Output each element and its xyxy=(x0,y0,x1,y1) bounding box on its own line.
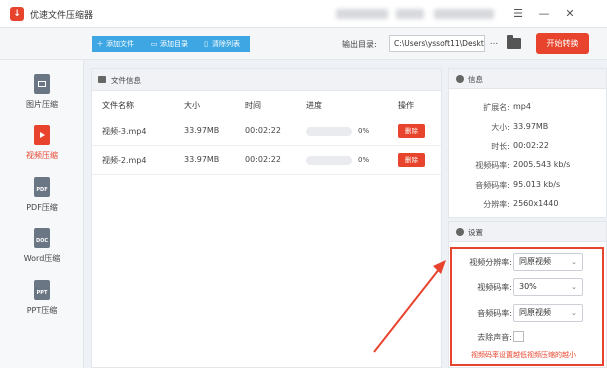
delete-button[interactable]: 删除 xyxy=(398,153,425,167)
file-panel-title: 文件信息 xyxy=(111,76,141,85)
sidebar-item-ppt[interactable]: PPT PPT压缩 xyxy=(0,278,84,324)
info-row-video-bitrate: 视频码率: 2005.543 kb/s xyxy=(449,157,606,175)
progress-text: 0% xyxy=(358,127,370,135)
blurred-user-info xyxy=(396,9,424,19)
info-row-extension: 扩展名: mp4 xyxy=(449,99,606,117)
info-value: 2560x1440 xyxy=(513,199,559,208)
info-value: 95.013 kb/s xyxy=(513,180,561,189)
folder-icon: ▭ xyxy=(150,40,158,48)
info-key: 时长: xyxy=(491,142,510,151)
clear-list-label: 清除列表 xyxy=(212,40,240,48)
file-name: 视频-2.mp4 xyxy=(102,156,147,165)
add-file-label: 添加文件 xyxy=(106,40,134,48)
info-key: 大小: xyxy=(491,123,510,132)
sidebar-item-label: PDF压缩 xyxy=(26,203,58,212)
info-key: 扩展名: xyxy=(483,103,510,112)
table-row[interactable]: 视频-2.mp4 33.97MB 00:02:22 0% 删除 xyxy=(92,146,441,175)
sidebar-item-video[interactable]: 视频压缩 xyxy=(0,123,84,169)
column-header-name: 文件名称 xyxy=(102,101,134,110)
blurred-user-info xyxy=(434,9,494,19)
file-duration: 00:02:22 xyxy=(245,126,281,135)
info-value: mp4 xyxy=(513,102,531,111)
logo-icon: ↓ xyxy=(10,7,24,21)
settings-panel-title: 设置 xyxy=(468,228,483,237)
app-title: 优速文件压缩器 xyxy=(30,11,94,21)
add-folder-label: 添加目录 xyxy=(160,40,188,48)
sidebar-item-pdf[interactable]: PDF PDF压缩 xyxy=(0,175,84,221)
info-value: 2005.543 kb/s xyxy=(513,160,571,169)
info-key: 视频码率: xyxy=(475,161,510,170)
info-key: 音频码率: xyxy=(475,181,510,190)
add-file-button[interactable]: ＋添加文件 xyxy=(92,36,146,52)
output-dir-field[interactable]: C:\Users\yssoft11\Deskt xyxy=(389,35,485,52)
progress-bar xyxy=(306,156,352,165)
info-panel: 信息 扩展名: mp4 大小: 33.97MB 时长: 00:02:22 视频码… xyxy=(448,68,607,218)
blurred-user-info xyxy=(336,9,388,19)
gear-icon xyxy=(456,75,464,83)
add-folder-button[interactable]: ▭ 添加目录 xyxy=(146,36,198,52)
doc-file-icon: DOC xyxy=(34,228,50,248)
close-icon[interactable]: ✕ xyxy=(561,5,579,23)
progress-bar xyxy=(306,127,352,136)
file-name: 视频-3.mp4 xyxy=(102,127,147,136)
info-value: 33.97MB xyxy=(513,122,549,131)
file-list-panel: 文件信息 文件名称 大小 时间 进度 操作 视频-3.mp4 33.97MB 0… xyxy=(91,68,442,368)
progress-text: 0% xyxy=(358,156,370,164)
image-icon xyxy=(98,76,106,83)
sidebar-item-label: PPT压缩 xyxy=(26,306,58,315)
sidebar-item-label: 图片压缩 xyxy=(26,100,58,109)
file-size: 33.97MB xyxy=(184,155,220,164)
settings-highlight-box xyxy=(450,247,604,366)
column-header-progress: 进度 xyxy=(306,101,322,110)
file-panel-header: 文件信息 xyxy=(92,69,441,91)
column-header-time: 时间 xyxy=(245,101,261,110)
title-bar: ↓ 优速文件压缩器 ☰ — ✕ xyxy=(0,0,607,28)
info-row-audio-bitrate: 音频码率: 95.013 kb/s xyxy=(449,177,606,195)
open-folder-icon[interactable] xyxy=(507,35,521,49)
ppt-file-icon: PPT xyxy=(34,280,50,300)
sidebar-item-label: Word压缩 xyxy=(23,254,61,263)
sidebar-item-label: 视频压缩 xyxy=(26,151,58,160)
clear-list-button[interactable]: ▯ 清除列表 xyxy=(198,36,250,52)
delete-button[interactable]: 删除 xyxy=(398,124,425,138)
image-file-icon xyxy=(34,74,50,94)
output-dir-label: 输出目录: xyxy=(342,40,377,49)
info-panel-header: 信息 xyxy=(449,69,606,89)
column-header-size: 大小 xyxy=(184,101,200,110)
trash-icon: ▯ xyxy=(204,40,208,48)
minimize-icon[interactable]: — xyxy=(535,5,553,23)
toolbar: ＋添加文件 ▭ 添加目录 ▯ 清除列表 输出目录: C:\Users\yssoft1… xyxy=(0,28,607,60)
plus-icon: ＋ xyxy=(96,40,104,48)
info-key: 分辨率: xyxy=(483,200,510,209)
video-file-icon xyxy=(34,125,50,145)
info-row-duration: 时长: 00:02:22 xyxy=(449,138,606,156)
browse-button[interactable]: ... xyxy=(487,35,501,52)
table-row[interactable]: 视频-3.mp4 33.97MB 00:02:22 0% 删除 xyxy=(92,117,441,146)
gear-icon xyxy=(456,228,464,236)
pdf-file-icon: PDF xyxy=(34,177,50,197)
settings-panel-header: 设置 xyxy=(449,222,606,242)
start-convert-button[interactable]: 开始转换 xyxy=(536,33,589,54)
column-header-action: 操作 xyxy=(398,101,414,110)
info-row-resolution: 分辨率: 2560x1440 xyxy=(449,196,606,214)
sidebar-item-image[interactable]: 图片压缩 xyxy=(0,72,84,118)
info-row-size: 大小: 33.97MB xyxy=(449,119,606,137)
info-panel-title: 信息 xyxy=(468,75,483,84)
info-value: 00:02:22 xyxy=(513,141,549,150)
file-duration: 00:02:22 xyxy=(245,155,281,164)
menu-icon[interactable]: ☰ xyxy=(509,5,527,23)
file-size: 33.97MB xyxy=(184,126,220,135)
sidebar: 图片压缩 视频压缩 PDF PDF压缩 DOC Word压缩 PPT PPT压缩 xyxy=(0,60,84,368)
sidebar-item-word[interactable]: DOC Word压缩 xyxy=(0,226,84,272)
